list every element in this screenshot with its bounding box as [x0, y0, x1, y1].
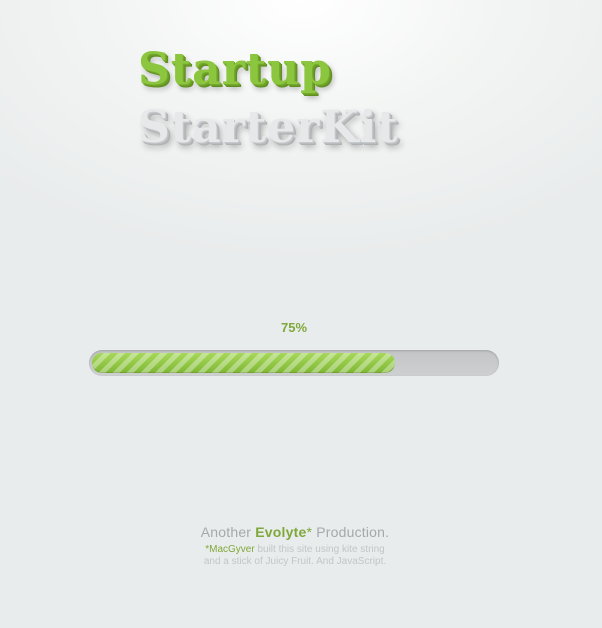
- footer-tagline: Another Evolyte* Production.: [150, 524, 440, 540]
- footer-credit-line-2: and a stick of Juicy Fruit. And JavaScri…: [203, 556, 387, 567]
- logo-line-starterkit: StarterKit: [138, 102, 399, 153]
- progress-percentage-label: 75%: [280, 320, 308, 335]
- site-logo: Startup StarterKit: [138, 44, 438, 164]
- footer-credit-name: *MacGyver: [205, 544, 255, 555]
- footer-brand-link[interactable]: Evolyte: [255, 524, 306, 540]
- footer-credit-line: *MacGyver built this site using kite str…: [150, 544, 440, 556]
- footer: Another Evolyte* Production. *MacGyver b…: [150, 524, 440, 568]
- progress-bar-fill: [92, 353, 395, 373]
- footer-prefix: Another: [200, 524, 256, 540]
- progress-bar: [89, 350, 499, 376]
- footer-suffix: Production.: [312, 524, 390, 540]
- footer-credit-text: built this site using kite string: [254, 544, 385, 555]
- logo-line-startup: Startup: [138, 44, 332, 95]
